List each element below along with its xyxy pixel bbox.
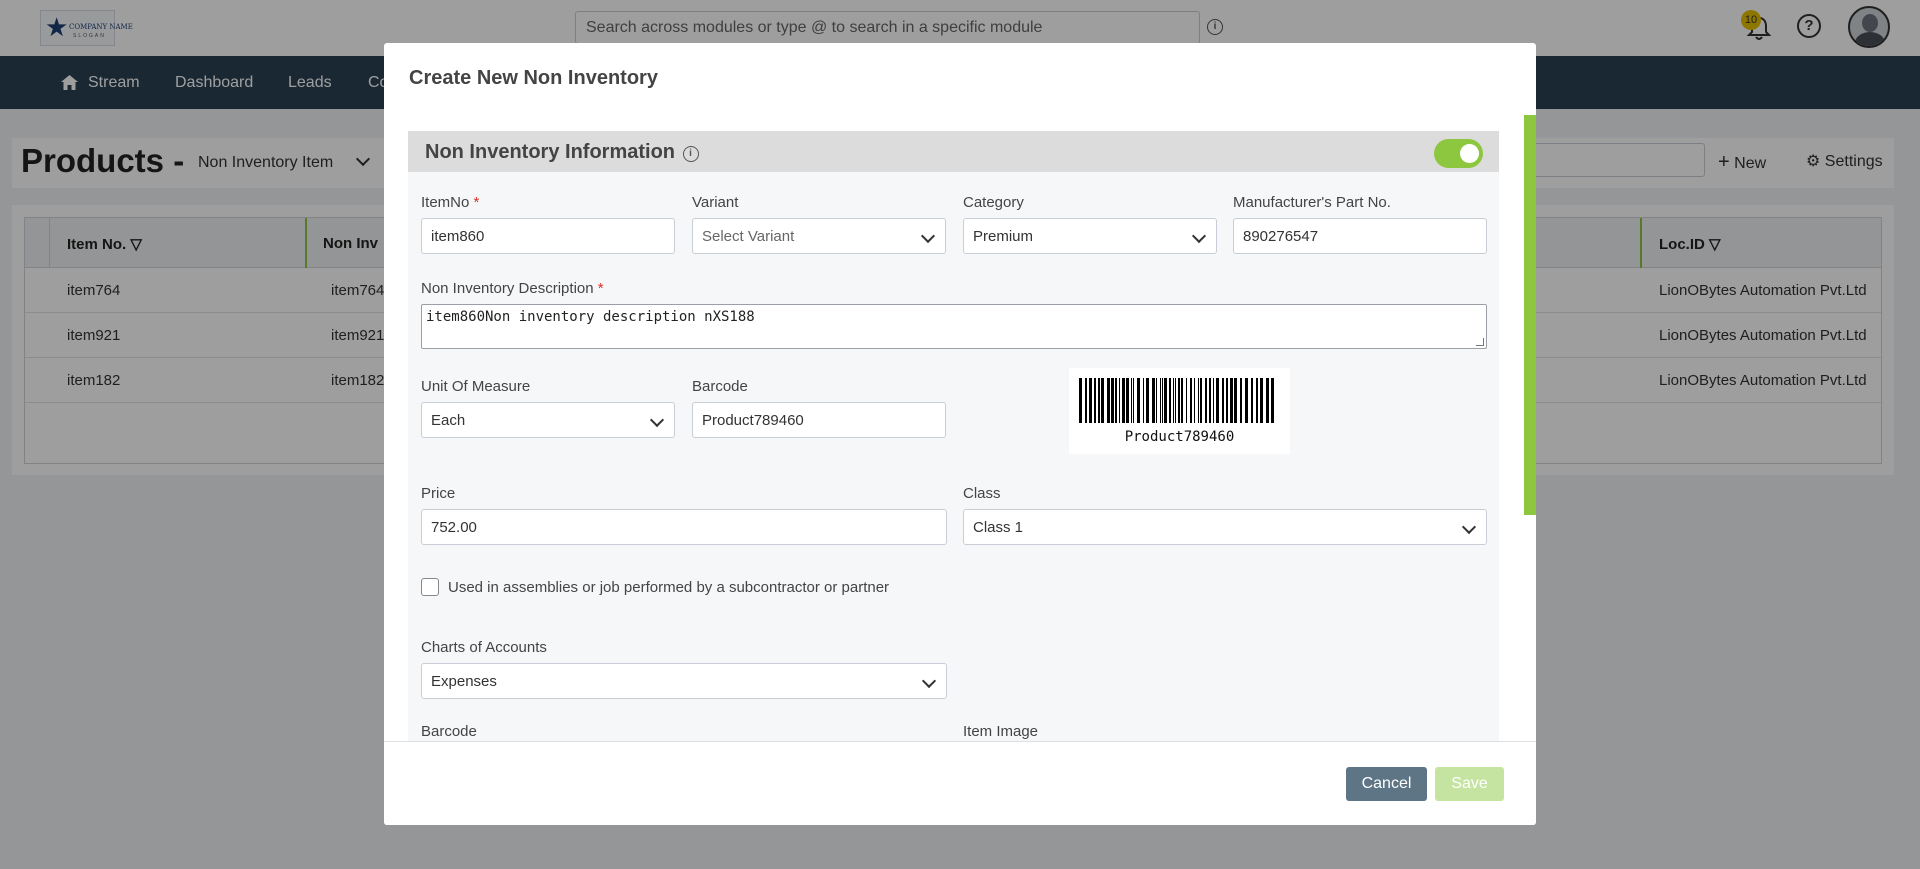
barcode-bar	[1175, 378, 1176, 423]
barcode-image: Product789460	[1069, 368, 1290, 454]
toggle-knob	[1460, 144, 1479, 163]
barcode-bar	[1143, 378, 1144, 423]
section-title: Non Inventory Information i	[425, 141, 699, 164]
resize-handle[interactable]	[1476, 338, 1484, 346]
barcode2-label: Barcode	[421, 723, 477, 740]
assemblies-checkbox[interactable]	[421, 578, 439, 596]
barcode-bar	[1194, 378, 1195, 423]
barcode-bar	[1098, 378, 1100, 423]
chevron-down-icon	[1461, 519, 1477, 535]
barcode-bar	[1160, 378, 1161, 423]
barcode-bar	[1240, 378, 1242, 423]
barcode-bar	[1115, 378, 1117, 423]
barcode-bar	[1209, 378, 1211, 423]
coa-label: Charts of Accounts	[421, 639, 547, 656]
barcode-bar	[1162, 378, 1163, 423]
barcode-bar	[1200, 378, 1202, 423]
description-textarea[interactable]: item860Non inventory description nXS188	[421, 304, 1487, 349]
barcode-bar	[1137, 378, 1140, 423]
barcode-bar	[1256, 378, 1258, 423]
barcode-bar	[1230, 378, 1233, 423]
mpn-label: Manufacturer's Part No.	[1233, 194, 1391, 211]
barcode-bar	[1146, 378, 1149, 423]
barcode-label: Barcode	[692, 378, 748, 395]
section-header: Non Inventory Information i	[408, 131, 1499, 172]
assemblies-label[interactable]: Used in assemblies or job performed by a…	[448, 579, 889, 596]
barcode-bar	[1156, 378, 1157, 423]
info-icon[interactable]: i	[682, 146, 699, 162]
barcode-bar	[1089, 378, 1092, 423]
save-button[interactable]: Save	[1435, 767, 1504, 801]
barcode-bar	[1190, 378, 1192, 423]
chevron-down-icon	[920, 228, 936, 244]
variant-label: Variant	[692, 194, 739, 211]
modal-title: Create New Non Inventory	[409, 67, 658, 89]
barcode-bar	[1213, 378, 1214, 423]
modal-footer: Cancel Save	[384, 741, 1536, 825]
cancel-button[interactable]: Cancel	[1346, 767, 1427, 801]
barcode-bar	[1173, 378, 1174, 423]
barcode-bar	[1152, 378, 1155, 423]
barcode-bars	[1079, 378, 1274, 423]
barcode-bar	[1216, 378, 1219, 423]
variant-select[interactable]: Select Variant	[692, 218, 946, 254]
barcode-bar	[1122, 378, 1125, 423]
chevron-down-icon	[921, 673, 937, 689]
item-no-label: ItemNo *	[421, 194, 480, 211]
barcode-bar	[1266, 378, 1269, 423]
barcode-bar	[1222, 378, 1224, 423]
barcode-bar	[1107, 378, 1110, 423]
barcode-bar	[1111, 378, 1114, 423]
barcode-bar	[1186, 378, 1187, 423]
description-label: Non Inventory Description *	[421, 280, 604, 297]
barcode-bar	[1131, 378, 1132, 423]
uom-label: Unit Of Measure	[421, 378, 531, 395]
barcode-bar	[1205, 378, 1207, 423]
barcode-bar	[1164, 378, 1167, 423]
barcode-bar	[1181, 378, 1183, 423]
barcode-bar	[1085, 378, 1087, 423]
barcode-bar	[1101, 378, 1104, 423]
barcode-image-text: Product789460	[1124, 429, 1235, 445]
barcode-bar	[1119, 378, 1120, 423]
uom-select[interactable]: Each	[421, 402, 675, 438]
barcode-bar	[1234, 378, 1237, 423]
item-no-input[interactable]: item860	[421, 218, 675, 254]
coa-select[interactable]: Expenses	[421, 663, 947, 699]
barcode-bar	[1226, 378, 1228, 423]
barcode-bar	[1245, 378, 1248, 423]
mpn-input[interactable]: 890276547	[1233, 218, 1487, 254]
create-non-inventory-modal: Create New Non Inventory Non Inventory I…	[384, 43, 1536, 825]
modal-scrollbar[interactable]	[1524, 115, 1536, 515]
class-select[interactable]: Class 1	[963, 509, 1487, 545]
category-label: Category	[963, 194, 1024, 211]
barcode-bar	[1271, 378, 1274, 423]
barcode-bar	[1260, 378, 1263, 423]
price-input[interactable]: 752.00	[421, 509, 947, 545]
barcode-bar	[1126, 378, 1129, 423]
chevron-down-icon	[1191, 228, 1207, 244]
barcode-bar	[1251, 378, 1253, 423]
barcode-bar	[1169, 378, 1171, 423]
barcode-bar	[1094, 378, 1096, 423]
price-label: Price	[421, 485, 456, 502]
barcode-input[interactable]: Product789460	[692, 402, 946, 438]
category-select[interactable]: Premium	[963, 218, 1217, 254]
barcode-bar	[1079, 378, 1082, 423]
item-image-label: Item Image	[963, 723, 1039, 740]
barcode-bar	[1133, 378, 1134, 423]
class-label: Class	[963, 485, 1001, 502]
section-toggle[interactable]	[1434, 139, 1483, 168]
non-inventory-info-section: Non Inventory Information i ItemNo * ite…	[408, 131, 1499, 741]
chevron-down-icon	[649, 412, 665, 428]
barcode-bar	[1178, 378, 1180, 423]
barcode-bar	[1198, 378, 1199, 423]
